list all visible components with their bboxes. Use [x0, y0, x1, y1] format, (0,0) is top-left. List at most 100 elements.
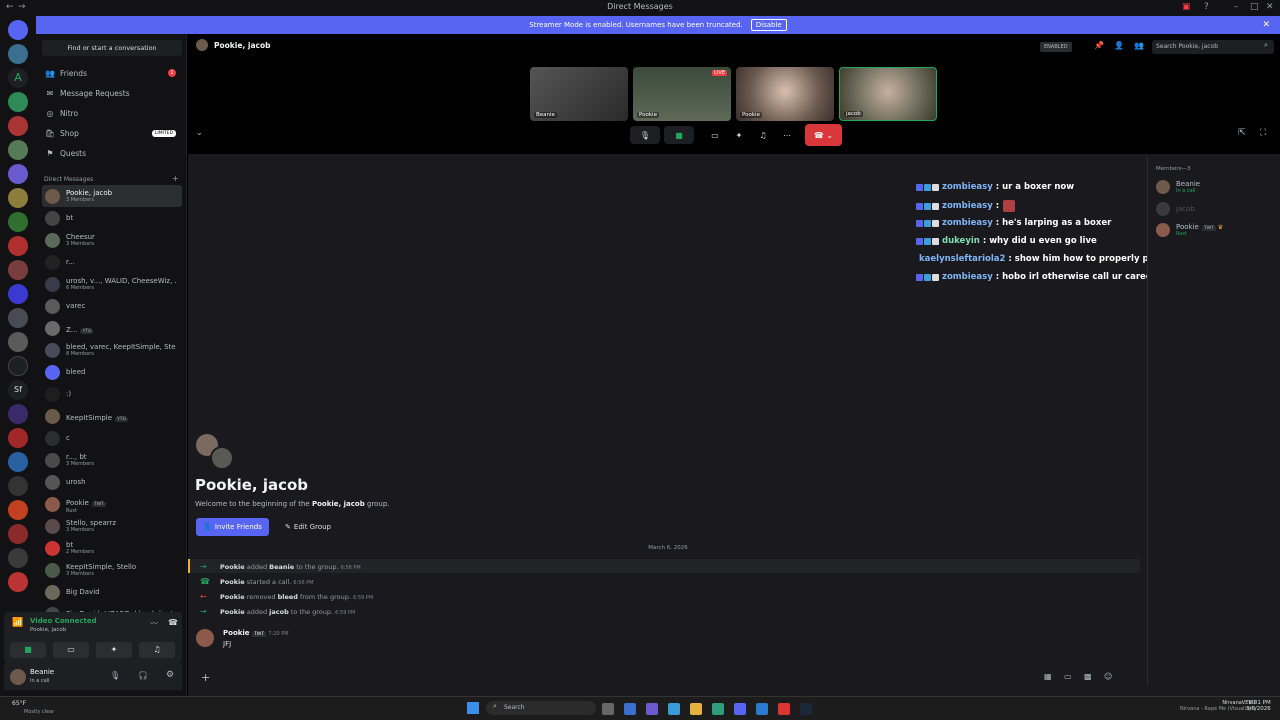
sys-actor[interactable]: Pookie [220, 578, 245, 586]
chevron-down-icon[interactable]: ⌄ [196, 128, 203, 137]
camera-toggle-button[interactable]: ■ [664, 126, 694, 144]
create-dm-icon[interactable]: + [172, 174, 179, 183]
pin-icon[interactable]: 📌 [1094, 41, 1104, 50]
server-icon[interactable] [8, 524, 28, 544]
search-input[interactable]: Search Pookie, jacob [1152, 40, 1274, 54]
server-icon[interactable] [8, 212, 28, 232]
avatar[interactable] [196, 629, 214, 647]
server-icon[interactable] [8, 140, 28, 160]
dm-item[interactable]: Big David [42, 581, 182, 603]
screen-share-button[interactable]: ▭ [53, 642, 89, 658]
dm-item[interactable]: Z... YTG [42, 317, 182, 339]
server-icon[interactable] [8, 548, 28, 568]
emoji-icon[interactable]: ☺ [1104, 672, 1112, 681]
nav-quests[interactable]: ⚑ Quests [44, 144, 182, 162]
gif-icon[interactable]: ▭ [1064, 672, 1072, 681]
nav-friends[interactable]: 👥 Friends 1 [44, 64, 182, 82]
server-icon[interactable]: A [8, 68, 28, 88]
sys-target[interactable]: bleed [278, 593, 298, 601]
voice-channel[interactable]: Pookie, jacob [30, 627, 66, 633]
invite-friends-button[interactable]: 👤 Invite Friends [196, 518, 269, 536]
dm-item[interactable]: KeepItSimple, Stello 3 Members [42, 559, 182, 581]
dm-item[interactable]: c [42, 427, 182, 449]
clock[interactable]: 8:01 PM 3/6/2026 [1246, 700, 1271, 712]
sys-target[interactable]: jacob [269, 608, 289, 616]
sys-actor[interactable]: Pookie [220, 563, 245, 571]
soundboard-button[interactable]: ♫ [754, 126, 772, 144]
dm-item[interactable]: bleed [42, 361, 182, 383]
server-icon[interactable]: Sf [8, 380, 28, 400]
dm-item[interactable]: varec [42, 295, 182, 317]
screen-share-button[interactable]: ▭ [706, 126, 724, 144]
dm-item[interactable]: urosh, v..., WALID, CheeseWiz, ... 6 Memb… [42, 273, 182, 295]
nav-nitro[interactable]: ◎ Nitro [44, 104, 182, 122]
sys-actor[interactable]: Pookie [220, 593, 245, 601]
dm-item[interactable]: Cheesur 3 Members [42, 229, 182, 251]
soundboard-button[interactable]: ♫ [139, 642, 175, 658]
dm-item[interactable]: bt [42, 207, 182, 229]
dm-item[interactable]: r..., bt 3 Members [42, 449, 182, 471]
dm-item[interactable]: r... [42, 251, 182, 273]
dm-item[interactable]: Stello, spearrz 3 Members [42, 515, 182, 537]
sys-target[interactable]: Beanie [269, 563, 294, 571]
dm-item[interactable]: KeepItSimple YTG [42, 405, 182, 427]
edge-icon[interactable] [624, 703, 636, 715]
popout-icon[interactable]: ⇱ [1238, 128, 1246, 138]
server-icon[interactable] [8, 404, 28, 424]
inbox-icon[interactable]: ▣ [1182, 2, 1191, 12]
dm-item[interactable]: Pookie, jacob 3 Members [42, 185, 182, 207]
nav-message-requests[interactable]: ✉ Message Requests [44, 84, 182, 102]
video-tile[interactable]: Beanie [530, 67, 628, 121]
dm-item[interactable]: bleed, varec, KeepItSimple, Ste... 8 Memb… [42, 339, 182, 361]
member-item[interactable]: Beanie In a call [1156, 178, 1276, 196]
video-tile[interactable]: jacob [839, 67, 937, 121]
camera-toggle-button[interactable]: ■ [10, 642, 46, 658]
server-icon[interactable] [8, 572, 28, 592]
app-icon[interactable] [712, 703, 724, 715]
member-list-icon[interactable]: 👥 [1134, 41, 1144, 50]
server-icon[interactable] [8, 284, 28, 304]
file-explorer-icon[interactable] [690, 703, 702, 715]
home-server-icon[interactable] [8, 20, 28, 40]
noise-suppression-icon[interactable]: 〰 [150, 618, 158, 629]
now-playing[interactable]: NirvanaVEVO Nirvana - Rape Me (Visualizer… [1180, 700, 1256, 712]
fullscreen-icon[interactable]: ⛶ [1260, 128, 1266, 138]
close-banner-icon[interactable]: ✕ [1262, 20, 1270, 30]
add-attachment-icon[interactable]: + [201, 671, 210, 684]
server-icon[interactable] [8, 452, 28, 472]
dm-item[interactable]: urosh [42, 471, 182, 493]
chrome-icon[interactable] [778, 703, 790, 715]
edit-group-button[interactable]: ✎ Edit Group [280, 518, 336, 536]
steam-icon[interactable] [800, 703, 812, 715]
mic-icon[interactable]: 🎙 [110, 671, 120, 680]
server-icon[interactable] [8, 116, 28, 136]
taskbar-search[interactable]: Search [486, 701, 596, 715]
add-member-icon[interactable]: 👤 [1114, 41, 1124, 50]
server-icon[interactable] [8, 332, 28, 352]
headset-icon[interactable]: 🎧 [138, 671, 148, 680]
dm-item[interactable]: Pookie TWT Rust [42, 493, 182, 515]
nav-shop[interactable]: 🛍 Shop LIMITED [44, 124, 182, 142]
disable-streamer-button[interactable]: Disable [750, 19, 787, 31]
maximize-icon[interactable]: □ [1250, 2, 1259, 12]
activities-button[interactable]: ✦ [96, 642, 132, 658]
app-icon[interactable] [668, 703, 680, 715]
server-icon[interactable] [8, 92, 28, 112]
server-icon[interactable] [8, 428, 28, 448]
server-icon[interactable] [8, 236, 28, 256]
disconnect-icon[interactable]: ☎ [168, 618, 178, 627]
activities-button[interactable]: ✦ [730, 126, 748, 144]
video-tile[interactable]: Pookie [736, 67, 834, 121]
sticker-icon[interactable]: ▩ [1084, 672, 1092, 681]
app-icon[interactable] [756, 703, 768, 715]
dm-item[interactable]: :) [42, 383, 182, 405]
avatar[interactable] [10, 669, 26, 685]
find-conversation-input[interactable]: Find or start a conversation [42, 40, 182, 56]
message-composer[interactable]: + [195, 668, 1145, 686]
member-item[interactable]: jacob [1156, 200, 1276, 218]
task-view-icon[interactable] [602, 703, 614, 715]
server-icon[interactable] [8, 44, 28, 64]
video-tile[interactable]: LIVE Pookie [633, 67, 731, 121]
sys-actor[interactable]: Pookie [220, 608, 245, 616]
server-icon[interactable] [8, 260, 28, 280]
